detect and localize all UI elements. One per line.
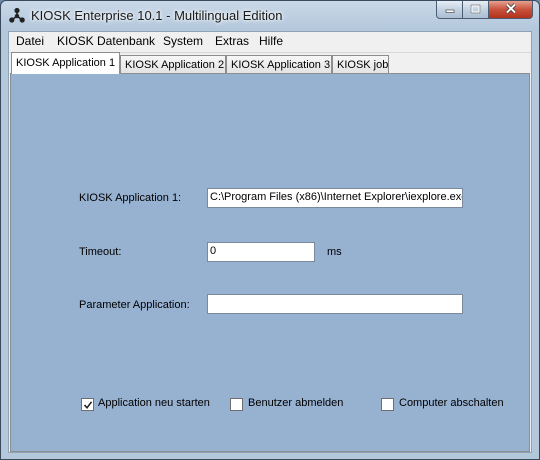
- parameter-application-label: Parameter Application:: [79, 299, 190, 311]
- maximize-icon: [470, 1, 481, 19]
- minimize-icon: [445, 1, 455, 19]
- tab-strip: KIOSK Application 1 KIOSK Application 2 …: [9, 52, 531, 74]
- checkmark-icon: [83, 401, 93, 410]
- application-path-label: KIOSK Application 1:: [79, 192, 182, 204]
- caption-buttons: [436, 1, 533, 20]
- minimize-button[interactable]: [436, 1, 463, 19]
- menu-system[interactable]: System: [163, 34, 203, 48]
- timeout-unit: ms: [327, 246, 342, 258]
- window-title: KIOSK Enterprise 10.1 - Multilingual Edi…: [31, 8, 283, 23]
- tab-kiosk-job[interactable]: KIOSK job: [332, 55, 389, 73]
- timeout-label: Timeout:: [79, 246, 122, 258]
- shutdown-computer-checkbox[interactable]: [381, 398, 394, 411]
- menu-bar: Datei KIOSK Datenbank System Extras Hilf…: [9, 32, 531, 53]
- tab-kiosk-application-3[interactable]: KIOSK Application 3: [226, 55, 332, 73]
- logoff-user-checkbox[interactable]: [230, 398, 243, 411]
- menu-datei[interactable]: Datei: [16, 34, 44, 48]
- menu-extras[interactable]: Extras: [215, 34, 249, 48]
- application-path-input[interactable]: C:\Program Files (x86)\Internet Explorer…: [207, 188, 463, 208]
- restart-application-label: Application neu starten: [98, 397, 210, 409]
- shutdown-computer-label: Computer abschalten: [399, 397, 504, 409]
- tab-kiosk-application-2[interactable]: KIOSK Application 2: [120, 55, 226, 73]
- restart-application-checkbox[interactable]: [81, 398, 94, 411]
- tab-kiosk-application-1[interactable]: KIOSK Application 1: [11, 52, 120, 74]
- maximize-button[interactable]: [463, 1, 489, 19]
- client-area: Datei KIOSK Datenbank System Extras Hilf…: [8, 31, 532, 453]
- timeout-input[interactable]: 0: [207, 242, 315, 262]
- tab-panel: KIOSK Application 1: C:\Program Files (x…: [10, 73, 530, 452]
- main-window: KIOSK Enterprise 10.1 - Multilingual Edi…: [0, 0, 540, 460]
- menu-kiosk-datenbank[interactable]: KIOSK Datenbank: [57, 34, 155, 48]
- logoff-user-label: Benutzer abmelden: [248, 397, 344, 409]
- parameter-application-input[interactable]: [207, 294, 463, 314]
- close-icon: [505, 1, 517, 19]
- menu-hilfe[interactable]: Hilfe: [259, 34, 283, 48]
- kiosk-app-icon[interactable]: [8, 7, 26, 25]
- close-button[interactable]: [489, 1, 533, 19]
- title-bar[interactable]: KIOSK Enterprise 10.1 - Multilingual Edi…: [1, 1, 539, 30]
